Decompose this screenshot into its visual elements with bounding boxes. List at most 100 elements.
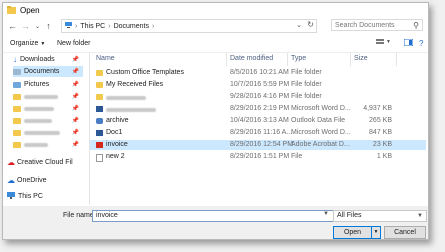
file-date: 8/5/2016 10:21 AM bbox=[230, 69, 289, 76]
file-row[interactable]: new 2 8/29/2016 1:51 PM File 1 KB bbox=[90, 152, 426, 162]
creative-cloud-icon: ☁ bbox=[7, 158, 15, 167]
up-arrow-icon[interactable]: ↑ bbox=[43, 20, 54, 32]
sidebar-item-downloads[interactable]: ↓ Downloads 📌 bbox=[13, 54, 83, 65]
recent-locations-icon[interactable]: ⌄ bbox=[32, 20, 43, 32]
sidebar-item-obscured[interactable]: 📌 bbox=[13, 91, 83, 102]
file-name: Custom Office Templates bbox=[106, 69, 184, 76]
title-bar: Open bbox=[3, 3, 428, 17]
sidebar-item-obscured[interactable]: 📌 bbox=[13, 103, 83, 114]
file-name-dropdown-icon[interactable]: ▼ bbox=[323, 211, 329, 217]
breadcrumb-documents[interactable]: Documents bbox=[114, 23, 149, 30]
column-divider[interactable] bbox=[396, 53, 397, 66]
column-header-size[interactable]: Size bbox=[354, 55, 368, 65]
pin-icon: 📌 bbox=[71, 142, 79, 148]
pictures-icon bbox=[13, 81, 21, 88]
new-folder-button[interactable]: New folder bbox=[57, 40, 90, 47]
sidebar-item-label: Creative Cloud Fil bbox=[17, 159, 73, 166]
obscured-label bbox=[24, 130, 60, 135]
outlook-data-icon bbox=[96, 118, 103, 124]
file-type: File folder bbox=[291, 81, 322, 88]
view-dropdown-icon[interactable]: ▼ bbox=[386, 39, 391, 45]
back-arrow-icon[interactable]: ← bbox=[7, 20, 18, 32]
sidebar-item-obscured[interactable]: 📌 bbox=[13, 127, 83, 138]
word-doc-icon bbox=[96, 130, 103, 136]
file-name-label: File name: bbox=[63, 212, 96, 219]
window-title: Open bbox=[20, 5, 40, 15]
organize-dropdown-icon: ▼ bbox=[40, 41, 46, 47]
sidebar-item-obscured[interactable]: 📌 bbox=[13, 115, 83, 126]
file-row[interactable]: 8/29/2016 2:19 PM Microsoft Word D... 4,… bbox=[90, 104, 426, 114]
column-divider[interactable] bbox=[226, 53, 227, 66]
file-size: 23 KB bbox=[372, 141, 392, 148]
sidebar-item-pictures[interactable]: Pictures 📌 bbox=[13, 79, 83, 90]
sidebar-item-this-pc[interactable]: This PC bbox=[7, 191, 87, 202]
folder-icon bbox=[96, 70, 103, 76]
file-type-dropdown-icon: ▼ bbox=[417, 213, 423, 219]
view-options-icon[interactable] bbox=[376, 39, 384, 48]
file-row-selected[interactable]: invoice 8/29/2016 12:54 PM Adobe Acrobat… bbox=[90, 140, 426, 150]
pin-icon: 📌 bbox=[71, 118, 79, 124]
dialog-footer: File name: invoice ▼ All Files ▼ Open ▼ … bbox=[3, 206, 428, 239]
file-type: File folder bbox=[291, 69, 322, 76]
file-name: archive bbox=[106, 117, 129, 124]
file-type-select[interactable]: All Files ▼ bbox=[333, 210, 427, 222]
refresh-icon[interactable]: ↻ bbox=[307, 20, 314, 29]
address-dropdown-icon[interactable]: ⌄ bbox=[296, 21, 302, 29]
file-name: new 2 bbox=[106, 153, 125, 160]
breadcrumb-this-pc[interactable]: This PC bbox=[80, 23, 105, 30]
word-doc-icon bbox=[96, 106, 103, 112]
sidebar-item-label: OneDrive bbox=[17, 177, 47, 184]
pin-icon: 📌 bbox=[71, 106, 79, 112]
file-name-obscured bbox=[106, 95, 146, 102]
organize-button[interactable]: Organize ▼ bbox=[10, 40, 45, 47]
folder-icon bbox=[96, 82, 103, 88]
pdf-icon bbox=[96, 142, 103, 148]
sidebar-item-obscured[interactable]: 📌 bbox=[13, 139, 83, 150]
onedrive-icon: ☁ bbox=[7, 176, 15, 185]
help-icon[interactable]: ? bbox=[419, 39, 423, 48]
file-row[interactable]: 9/28/2016 4:16 PM File folder bbox=[90, 92, 426, 102]
sidebar-item-onedrive[interactable]: ☁ OneDrive bbox=[7, 175, 87, 186]
folder-icon bbox=[13, 129, 21, 136]
open-button[interactable]: Open bbox=[333, 226, 372, 239]
file-name: invoice bbox=[106, 141, 128, 148]
file-size: 4,937 KB bbox=[363, 105, 392, 112]
column-divider[interactable] bbox=[350, 53, 351, 66]
file-row[interactable]: My Received Files 10/7/2016 5:59 PM File… bbox=[90, 80, 426, 90]
folder-icon bbox=[13, 117, 21, 124]
breadcrumb-separator-icon: › bbox=[108, 22, 111, 30]
open-options-dropdown-icon[interactable]: ▼ bbox=[371, 226, 381, 239]
folder-icon bbox=[13, 141, 21, 148]
file-name: Doc1 bbox=[106, 129, 123, 136]
file-type: Outlook Data File bbox=[291, 117, 346, 124]
search-input[interactable]: Search Documents ⚲ bbox=[331, 19, 423, 31]
documents-icon bbox=[13, 68, 21, 75]
cancel-button[interactable]: Cancel bbox=[384, 226, 426, 239]
forward-arrow-icon[interactable]: → bbox=[20, 20, 31, 32]
file-name-input[interactable]: invoice bbox=[92, 210, 335, 222]
sidebar-item-label: Documents bbox=[24, 68, 60, 75]
pc-small-icon bbox=[65, 22, 72, 30]
column-header-date-modified[interactable]: Date modified bbox=[230, 55, 273, 65]
pin-icon: 📌 bbox=[71, 130, 79, 136]
column-header-name[interactable]: Name bbox=[96, 55, 115, 65]
column-header-type[interactable]: Type bbox=[291, 55, 306, 65]
file-type: Adobe Acrobat D... bbox=[291, 141, 350, 148]
file-row[interactable]: Doc1 8/29/2016 11:16 A... Microsoft Word… bbox=[90, 128, 426, 138]
obscured-label bbox=[24, 118, 52, 123]
search-placeholder: Search Documents bbox=[335, 21, 395, 29]
sidebar-item-label: Downloads bbox=[20, 56, 55, 63]
dialog-app-icon bbox=[7, 6, 16, 14]
breadcrumb-separator-icon: › bbox=[75, 22, 78, 30]
file-row[interactable]: Custom Office Templates 8/5/2016 10:21 A… bbox=[90, 68, 426, 78]
folder-icon bbox=[96, 94, 103, 100]
preview-pane-icon[interactable] bbox=[403, 38, 414, 48]
obscured-label bbox=[24, 106, 54, 111]
open-dialog: Open ← → ⌄ ↑ › This PC › Documents › ⌄ ↻… bbox=[2, 2, 429, 240]
search-icon: ⚲ bbox=[413, 21, 419, 30]
column-divider[interactable] bbox=[287, 53, 288, 66]
sidebar-item-creative-cloud[interactable]: ☁ Creative Cloud Fil bbox=[7, 157, 87, 168]
file-row[interactable]: archive 10/4/2016 3:13 AM Outlook Data F… bbox=[90, 116, 426, 126]
sidebar-item-documents[interactable]: Documents 📌 bbox=[13, 66, 83, 77]
address-box[interactable]: › This PC › Documents › ⌄ ↻ bbox=[61, 19, 317, 33]
